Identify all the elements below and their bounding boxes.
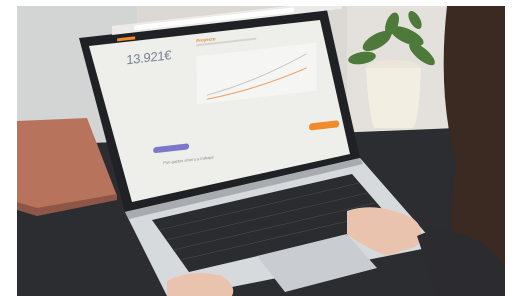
laptop-screen-ui: 13.921€ Proyecto Pon gastos ahorro a tra… (112, 6, 343, 168)
screen-cta-button (309, 120, 340, 131)
chart-line-orange (206, 67, 307, 100)
screen-primary-button (153, 143, 190, 154)
photo-scene: 13.921€ Proyecto Pon gastos ahorro a tra… (17, 6, 505, 296)
app-logo (117, 36, 136, 42)
balance-value: 13.921€ (126, 47, 172, 68)
screen-chart (206, 53, 307, 100)
screen-chart-area (196, 42, 317, 105)
plant-pot (366, 68, 421, 128)
